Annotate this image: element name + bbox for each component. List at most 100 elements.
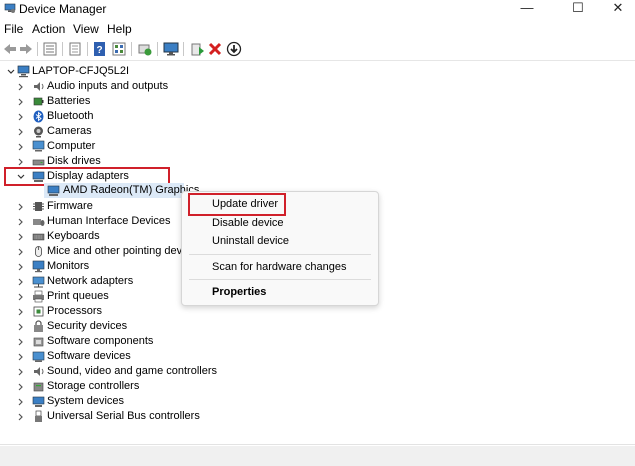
minimize-button[interactable]: — <box>505 0 549 18</box>
sound-icon <box>34 367 44 376</box>
camera-icon <box>34 126 43 138</box>
display-adapter-icon <box>47 185 60 196</box>
processor-icon <box>33 306 44 317</box>
chevron-right-icon[interactable] <box>16 127 26 137</box>
menu-file[interactable]: File <box>4 22 23 36</box>
monitor-icon <box>32 260 45 273</box>
tree-root[interactable]: LAPTOP-CFJQ5L2I <box>0 64 300 79</box>
chevron-right-icon[interactable] <box>16 352 26 362</box>
battery-icon <box>33 97 44 106</box>
download-arrow-icon[interactable] <box>226 41 242 57</box>
usb-icon <box>35 410 42 422</box>
horizontal-divider <box>0 444 635 445</box>
chevron-right-icon[interactable] <box>16 382 26 392</box>
toolbar-separator <box>37 42 38 56</box>
tree-category-label: Monitors <box>47 260 90 272</box>
menu-help[interactable]: Help <box>107 22 132 36</box>
chevron-right-icon[interactable] <box>16 202 26 212</box>
chevron-right-icon[interactable] <box>16 397 26 407</box>
forward-arrow-icon[interactable] <box>18 41 34 57</box>
back-arrow-icon[interactable] <box>2 41 18 57</box>
tree-category-storage-controllers[interactable]: Storage controllers <box>0 379 300 394</box>
speaker-icon <box>34 82 44 91</box>
device-settings-icon[interactable] <box>137 41 153 57</box>
tree-category-label: Print queues <box>47 290 109 302</box>
chevron-right-icon[interactable] <box>16 112 26 122</box>
update-driver-icon[interactable] <box>189 41 205 57</box>
title-bar: Device Manager — ☐ ✕ <box>0 0 635 18</box>
context-separator <box>189 254 371 255</box>
scan-hardware-icon[interactable] <box>163 41 179 57</box>
tree-category-processors[interactable]: Processors <box>0 304 300 319</box>
printer-icon <box>33 290 44 303</box>
status-bar <box>0 446 635 466</box>
tree-category-audio[interactable]: Audio inputs and outputs <box>0 79 300 94</box>
context-update-driver[interactable]: Update driver <box>212 198 278 210</box>
software-device-icon <box>32 351 45 362</box>
tree-category-label: Keyboards <box>47 230 100 242</box>
resources-view-icon[interactable] <box>111 41 127 57</box>
menu-action[interactable]: Action <box>32 22 65 36</box>
chevron-right-icon[interactable] <box>16 247 26 257</box>
context-uninstall-device[interactable]: Uninstall device <box>212 235 289 247</box>
chevron-right-icon[interactable] <box>16 337 26 347</box>
tree-category-label: Security devices <box>47 320 128 332</box>
chevron-down-icon[interactable] <box>6 67 16 77</box>
tree-category-label: Software devices <box>47 350 131 362</box>
window-title: Device Manager <box>19 2 107 16</box>
tree-category-batteries[interactable]: Batteries <box>0 94 300 109</box>
tree-category-label: Software components <box>47 335 154 347</box>
tree-category-label: Firmware <box>47 200 93 212</box>
chevron-right-icon[interactable] <box>16 307 26 317</box>
tree-category-cameras[interactable]: Cameras <box>0 124 300 139</box>
menu-view[interactable]: View <box>73 22 99 36</box>
context-properties[interactable]: Properties <box>212 286 266 298</box>
tree-category-system-devices[interactable]: System devices <box>0 394 300 409</box>
list-view-icon[interactable] <box>67 41 83 57</box>
chevron-right-icon[interactable] <box>16 262 26 272</box>
context-disable-device[interactable]: Disable device <box>212 217 284 229</box>
menu-bar: File Action View Help <box>0 20 635 38</box>
help-icon[interactable]: ? <box>92 41 108 57</box>
firmware-icon <box>33 202 44 211</box>
svg-text:?: ? <box>96 45 102 56</box>
chevron-right-icon[interactable] <box>16 82 26 92</box>
toolbar-separator <box>131 42 132 56</box>
close-button[interactable]: ✕ <box>596 0 635 18</box>
chevron-right-icon[interactable] <box>16 142 26 152</box>
uninstall-x-icon[interactable] <box>207 41 223 57</box>
device-manager-icon <box>4 3 16 13</box>
keyboard-icon <box>32 233 45 241</box>
chevron-right-icon[interactable] <box>16 367 26 377</box>
chevron-right-icon[interactable] <box>16 412 26 422</box>
tree-category-label: Computer <box>47 140 96 152</box>
tree-category-label: Network adapters <box>47 275 134 287</box>
chevron-right-icon[interactable] <box>16 277 26 287</box>
toolbar-separator <box>87 42 88 56</box>
tree-category-computer[interactable]: Computer <box>0 139 300 154</box>
security-icon <box>34 320 43 332</box>
toolbar: ? <box>0 38 635 61</box>
mouse-icon <box>35 246 42 257</box>
tree-category-label: Sound, video and game controllers <box>47 365 217 377</box>
chevron-right-icon[interactable] <box>16 97 26 107</box>
computer-icon <box>32 140 45 152</box>
tree-category-label: Cameras <box>47 125 92 137</box>
chevron-right-icon[interactable] <box>16 232 26 242</box>
bluetooth-icon <box>33 110 44 123</box>
chevron-right-icon[interactable] <box>16 157 26 167</box>
tree-category-sound-video[interactable]: Sound, video and game controllers <box>0 364 300 379</box>
properties-view-icon[interactable] <box>42 41 58 57</box>
tree-category-usb-controllers[interactable]: Universal Serial Bus controllers <box>0 409 300 424</box>
maximize-button[interactable]: ☐ <box>556 0 600 18</box>
context-scan-hardware[interactable]: Scan for hardware changes <box>212 261 347 273</box>
chevron-right-icon[interactable] <box>16 217 26 227</box>
chevron-right-icon[interactable] <box>16 322 26 332</box>
software-component-icon <box>33 337 44 347</box>
chevron-right-icon[interactable] <box>16 292 26 302</box>
tree-category-security-devices[interactable]: Security devices <box>0 319 300 334</box>
tree-category-bluetooth[interactable]: Bluetooth <box>0 109 300 124</box>
tree-category-label: Human Interface Devices <box>47 215 171 227</box>
tree-category-software-components[interactable]: Software components <box>0 334 300 349</box>
tree-category-software-devices[interactable]: Software devices <box>0 349 300 364</box>
